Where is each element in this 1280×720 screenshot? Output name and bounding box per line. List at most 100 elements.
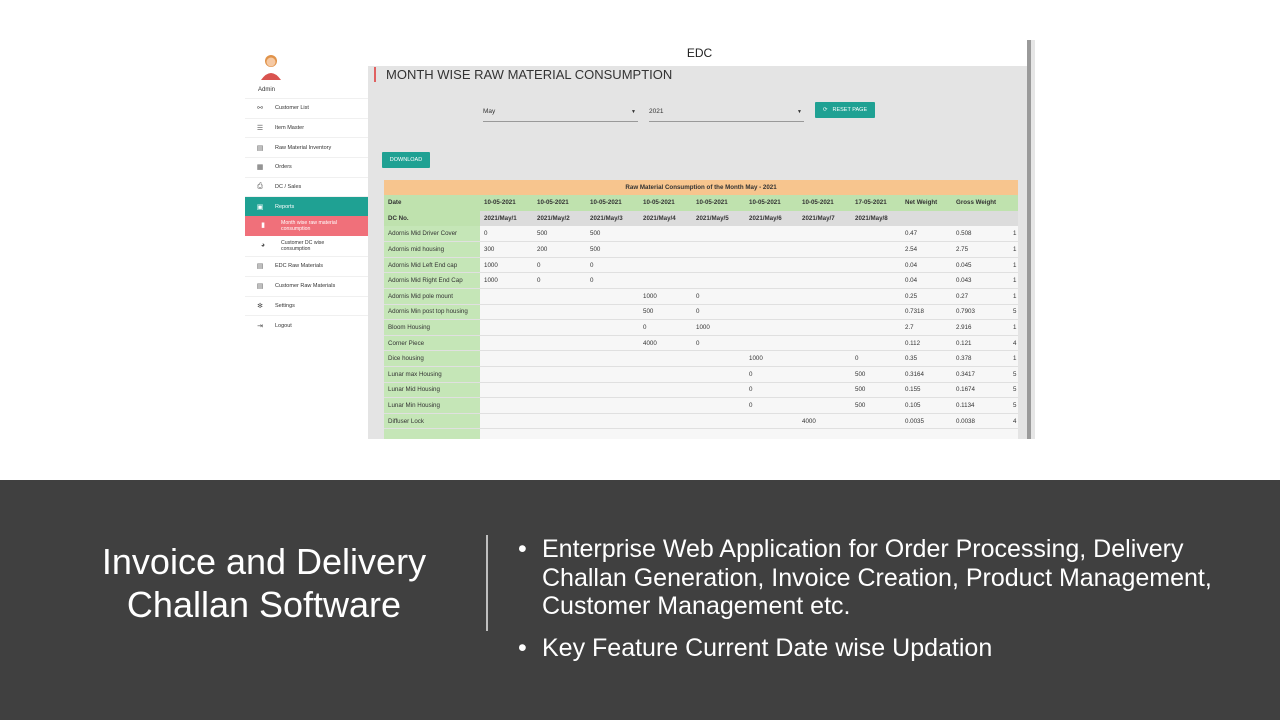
quantity-cell (851, 226, 901, 243)
table-row: Bloom Housing 0 1000 2.7 2.916 1 (384, 319, 1018, 336)
quantity-cell (745, 288, 798, 305)
quantity-cell (586, 288, 639, 305)
quantity-cell: 0 (745, 382, 798, 399)
quantity-cell (745, 272, 798, 290)
quantity-cell (851, 304, 901, 321)
column-header-date-value: 10-05-2021 (586, 195, 639, 211)
material-name-cell: Adornis Mid Left End cap (384, 257, 480, 274)
overflow-cell (1009, 428, 1018, 439)
slide-banner: Invoice and Delivery Challan Software • E… (0, 480, 1280, 720)
gross-weight-cell: 0.378 (952, 350, 1009, 368)
quantity-cell (692, 413, 745, 430)
sidebar-item-logout[interactable]: ⇥ Logout (245, 315, 368, 335)
sidebar-item-orders[interactable]: ▦ Orders (245, 157, 368, 177)
bullet-item: • Key Feature Current Date wise Updation (516, 634, 1266, 663)
overflow-cell: 5 (1009, 397, 1018, 414)
column-header-dc-number: 2021/May/3 (586, 210, 639, 227)
sidebar-item-month-wise-raw-material-consumption[interactable]: ▮ Month wise raw material consumption (245, 216, 368, 237)
column-header-blank (1009, 210, 1018, 227)
year-select[interactable]: 2021 ▼ (649, 106, 804, 122)
quantity-cell (533, 397, 586, 414)
avatar-icon (261, 55, 281, 80)
vertical-scrollbar[interactable] (1027, 40, 1031, 439)
column-header-blank (952, 210, 1009, 227)
sidebar-item-raw-material-inventory[interactable]: ▤ Raw Material Inventory (245, 137, 368, 157)
quantity-cell (533, 350, 586, 368)
sidebar-item-dc-sales[interactable]: ⎙ DC / Sales (245, 176, 368, 197)
quantity-cell (480, 397, 533, 414)
quantity-cell (586, 366, 639, 383)
column-header-dc-number: 2021/May/7 (798, 210, 851, 227)
quantity-cell (851, 335, 901, 352)
main-content: EDC MONTH WISE RAW MATERIAL CONSUMPTION … (368, 40, 1031, 439)
net-weight-cell: 0.25 (901, 288, 952, 305)
quantity-cell (480, 335, 533, 352)
table-row: Diffuser Lock 4000 0.0035 0.0038 4 (384, 413, 1018, 430)
net-weight-cell: 0.04 (901, 272, 952, 290)
quantity-cell: 1000 (745, 350, 798, 368)
column-header-date-value: 17-05-2021 (851, 195, 901, 211)
sidebar: Admin ⚯ Customer List ☰ Item Master ▤ Raw Mat… (245, 40, 368, 439)
overflow-cell: 1 (1009, 257, 1018, 274)
sidebar-item-reports[interactable]: ▣ Reports (245, 196, 368, 217)
overflow-cell: 1 (1009, 319, 1018, 336)
quantity-cell (692, 241, 745, 258)
sidebar-item-label: Orders (275, 164, 292, 171)
sidebar-item-customer-list[interactable]: ⚯ Customer List (245, 98, 368, 118)
material-name-cell: Lunar Min Housing (384, 397, 480, 414)
quantity-cell (480, 413, 533, 430)
quantity-cell (639, 350, 692, 368)
overflow-cell: 1 (1009, 241, 1018, 258)
sidebar-item-edc-raw-materials[interactable]: ▤ EDC Raw Materials (245, 256, 368, 276)
quantity-cell (851, 241, 901, 258)
quantity-cell (586, 413, 639, 430)
overflow-cell: 1 (1009, 272, 1018, 290)
quantity-cell: 0 (692, 335, 745, 352)
quantity-cell (480, 350, 533, 368)
column-header-date-value: 10-05-2021 (745, 195, 798, 211)
net-weight-cell: 2.54 (901, 241, 952, 258)
sidebar-item-customer-dc-wise-consumption[interactable]: ◕ Customer DC wise consumption (245, 236, 368, 257)
material-name-cell: Corner Piece (384, 335, 480, 352)
column-header-dc-number: 2021/May/1 (480, 210, 533, 227)
quantity-cell: 1000 (480, 272, 533, 290)
quantity-cell (798, 366, 851, 383)
quantity-cell (692, 366, 745, 383)
gross-weight-cell: 0.045 (952, 257, 1009, 274)
sidebar-item-item-master[interactable]: ☰ Item Master (245, 117, 368, 138)
overflow-cell: 4 (1009, 413, 1018, 430)
quantity-cell (480, 428, 533, 439)
quantity-cell (639, 366, 692, 383)
quantity-cell: 500 (586, 226, 639, 243)
quantity-cell: 500 (639, 304, 692, 321)
material-name-cell: Adornis Mid pole mount (384, 288, 480, 305)
table-row: Adornis Mid Right End Cap 1000 0 0 0.04 0.043… (384, 272, 1018, 290)
quantity-cell: 500 (533, 226, 586, 243)
users-icon: ⚯ (257, 105, 263, 113)
quantity-cell: 1000 (639, 288, 692, 305)
quantity-cell (639, 241, 692, 258)
gross-weight-cell: 0.121 (952, 335, 1009, 352)
quantity-cell (480, 304, 533, 321)
sidebar-item-customer-raw-materials[interactable]: ▤ Customer Raw Materials (245, 275, 368, 296)
consumption-table-container: Raw Material Consumption of the Month Ma… (384, 180, 1018, 439)
net-weight-cell: 0.3164 (901, 366, 952, 383)
sidebar-item-settings[interactable]: ✻ Settings (245, 295, 368, 316)
download-button[interactable]: DOWNLOAD (382, 152, 430, 168)
download-label: DOWNLOAD (389, 157, 423, 163)
month-select[interactable]: May ▼ (483, 106, 638, 122)
quantity-cell (692, 382, 745, 399)
material-name-cell: Dice housing (384, 350, 480, 368)
table-caption: Raw Material Consumption of the Month Ma… (384, 180, 1018, 195)
quantity-cell (798, 335, 851, 352)
column-header-dc-number: 2021/May/5 (692, 210, 745, 227)
stack-icon: ☰ (256, 125, 264, 133)
quantity-cell: 0 (586, 272, 639, 290)
quantity-cell (851, 428, 901, 439)
archive-icon: ▤ (256, 263, 264, 271)
quantity-cell (798, 288, 851, 305)
table-row: Adornis Mid Left End cap 1000 0 0 0.04 0.045 1 (384, 257, 1018, 274)
reset-page-button[interactable]: ⟳ RESET PAGE (815, 102, 875, 118)
column-header-date-value: 10-05-2021 (533, 195, 586, 211)
net-weight-cell: 0.47 (901, 226, 952, 243)
